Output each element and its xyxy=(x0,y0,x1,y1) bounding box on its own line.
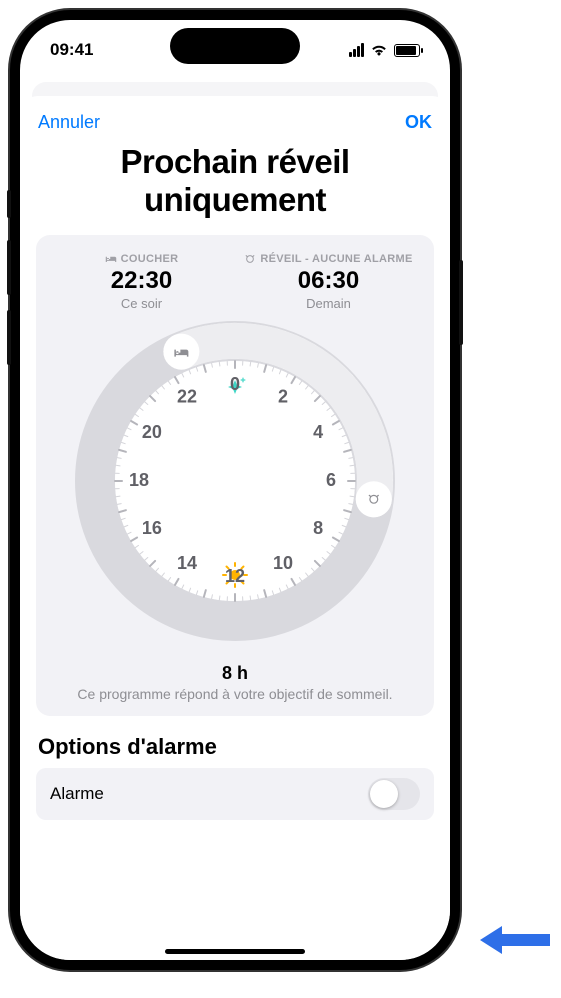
duration-label: 8 h xyxy=(48,663,422,684)
ok-button[interactable]: OK xyxy=(405,112,432,133)
dial-hour-label: 18 xyxy=(129,470,149,490)
volume-down-button xyxy=(7,310,11,365)
bed-icon xyxy=(105,253,117,265)
battery-icon xyxy=(394,44,420,57)
dynamic-island xyxy=(170,28,300,64)
dial-hour-label: 12 xyxy=(225,566,245,586)
alarm-toggle[interactable] xyxy=(368,778,420,810)
bedtime-caption: COUCHER xyxy=(121,253,179,265)
dial-hour-label: 8 xyxy=(313,518,323,538)
bedtime-sub: Ce soir xyxy=(48,296,235,311)
duration-caption: Ce programme répond à votre objectif de … xyxy=(48,686,422,702)
cellular-signal-icon xyxy=(348,43,364,57)
dial-hour-label: 20 xyxy=(142,422,162,442)
callout-arrow xyxy=(480,920,550,960)
wake-block: RÉVEIL - AUCUNE ALARME 06:30 Demain xyxy=(235,253,422,311)
cancel-button[interactable]: Annuler xyxy=(38,112,100,133)
alarm-label: Alarme xyxy=(50,784,104,804)
alarm-icon xyxy=(244,253,256,265)
screen: 09:41 Annuler OK Prochain réveil uniquem… xyxy=(20,20,450,960)
wake-value: 06:30 xyxy=(235,267,422,295)
dial-hour-label: 2 xyxy=(278,387,288,407)
power-button xyxy=(459,260,463,345)
volume-up-button xyxy=(7,240,11,295)
phone-frame: 09:41 Annuler OK Prochain réveil uniquem… xyxy=(10,10,460,970)
side-button xyxy=(7,190,11,218)
wake-caption: RÉVEIL - AUCUNE ALARME xyxy=(260,253,412,265)
wake-sub: Demain xyxy=(235,296,422,311)
dial-hour-label: 14 xyxy=(177,553,197,573)
options-header: Options d'alarme xyxy=(38,734,434,760)
bedtime-block: COUCHER 22:30 Ce soir xyxy=(48,253,235,311)
wake-handle[interactable] xyxy=(356,481,392,517)
dial-hour-label: 10 xyxy=(273,553,293,573)
modal-sheet: Annuler OK Prochain réveil uniquement CO… xyxy=(20,96,450,960)
dial-hour-label: 22 xyxy=(177,387,197,407)
dial-hour-label: 4 xyxy=(313,422,323,442)
wifi-icon xyxy=(370,43,388,57)
bedtime-value: 22:30 xyxy=(48,267,235,295)
sleep-dial[interactable]: 0 2 4 6 8 10 12 14 16 18 20 22 xyxy=(75,321,395,641)
bedtime-handle[interactable] xyxy=(163,333,199,369)
status-time: 09:41 xyxy=(50,40,93,60)
home-indicator xyxy=(165,949,305,954)
schedule-card: COUCHER 22:30 Ce soir RÉVEIL - AUCUNE AL… xyxy=(36,235,434,716)
page-title: Prochain réveil uniquement xyxy=(36,143,434,219)
dial-hour-label: 0 xyxy=(230,374,240,394)
dial-hour-label: 6 xyxy=(326,470,336,490)
dial-hour-label: 16 xyxy=(142,518,162,538)
alarm-row: Alarme xyxy=(36,768,434,820)
